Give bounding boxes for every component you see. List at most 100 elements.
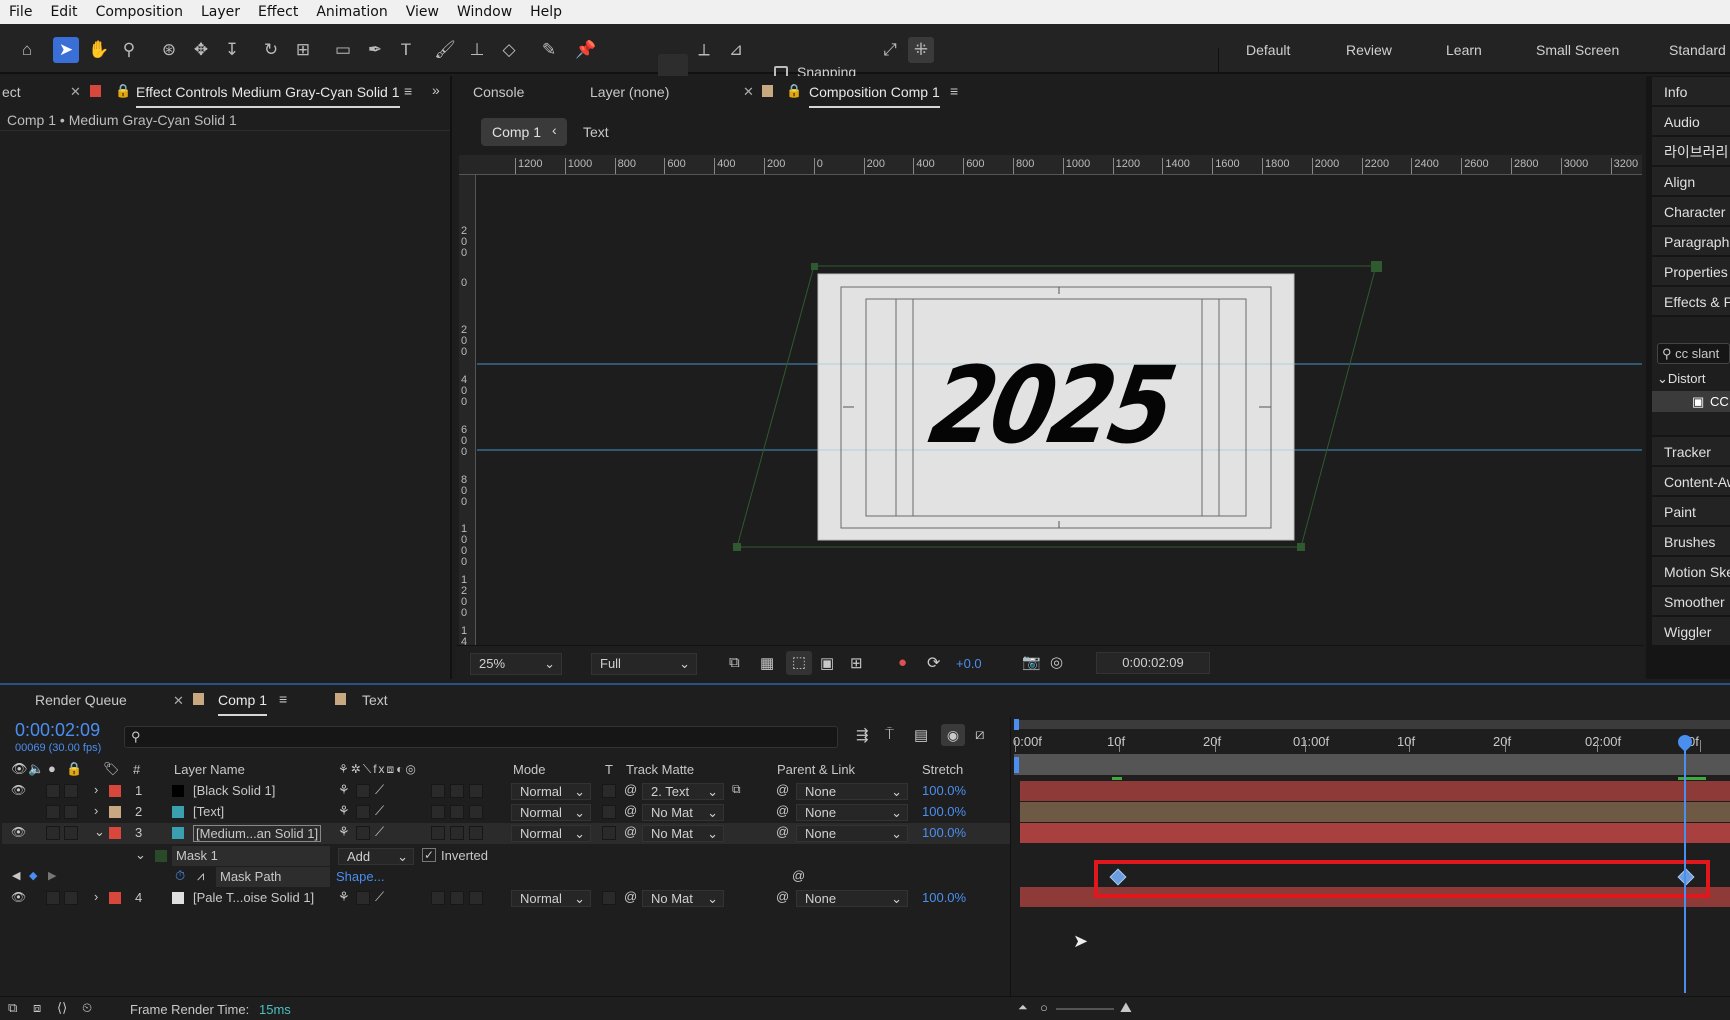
- quality-switch[interactable]: [356, 891, 370, 905]
- preserve-transparency[interactable]: [602, 805, 616, 819]
- panel-menu-icon[interactable]: ≡: [404, 83, 412, 99]
- adjustment-switch[interactable]: [450, 784, 464, 798]
- transfer-controls-icon[interactable]: ⧈: [33, 1000, 41, 1016]
- panel-audio[interactable]: Audio: [1652, 107, 1730, 137]
- brush-tool-icon[interactable]: 🖌: [432, 37, 458, 63]
- type-tool-icon[interactable]: T: [393, 37, 419, 63]
- panel-align[interactable]: Align: [1652, 167, 1730, 197]
- shy-switch-icon[interactable]: ⚘: [338, 803, 350, 819]
- layer-row[interactable]: 👁 › 4 [Pale T...oise Solid 1] ⚘ ⟋ Normal ⌄ @ No M…: [2, 888, 1010, 909]
- playhead-line[interactable]: [1684, 737, 1686, 993]
- chevron-right-icon[interactable]: ⌄: [94, 824, 105, 840]
- pickwhip-icon[interactable]: @: [624, 824, 637, 839]
- dolly-camera-icon[interactable]: ↧: [219, 37, 245, 63]
- stretch-value[interactable]: 100.0%: [922, 783, 966, 798]
- zoom-slider-handle-icon[interactable]: ○: [1040, 1000, 1048, 1015]
- panel-properties[interactable]: Properties: [1652, 257, 1730, 287]
- panel-menu-icon[interactable]: ≡: [950, 83, 958, 99]
- solo-toggle[interactable]: [46, 826, 60, 840]
- pickwhip-icon[interactable]: @: [776, 782, 789, 797]
- expand-panels-icon[interactable]: »: [432, 82, 440, 98]
- col-layer-name[interactable]: Layer Name: [174, 762, 245, 777]
- effects-category-distort[interactable]: ⌄Distort: [1657, 371, 1705, 387]
- panel-effects-presets[interactable]: Effects & Presets: [1652, 287, 1730, 317]
- snap-edges-icon[interactable]: ⤢: [877, 37, 903, 63]
- 3d-switch[interactable]: [469, 826, 483, 840]
- track-matte-dropdown[interactable]: 2. Text ⌄: [642, 783, 724, 800]
- pickwhip-icon[interactable]: @: [776, 824, 789, 839]
- lock-toggle[interactable]: [64, 891, 78, 905]
- eye-icon[interactable]: 👁: [11, 825, 26, 839]
- layer-search-input[interactable]: ⚲: [124, 726, 838, 748]
- menu-window[interactable]: Window: [448, 4, 521, 20]
- lock-icon[interactable]: 🔒: [786, 83, 802, 99]
- quality-switch[interactable]: [356, 805, 370, 819]
- chevron-right-icon[interactable]: ›: [94, 782, 98, 797]
- workspace-standard[interactable]: Standard: [1669, 42, 1726, 58]
- quality-switch[interactable]: [356, 784, 370, 798]
- chevron-right-icon[interactable]: ›: [94, 803, 98, 818]
- panel-tracker[interactable]: Tracker: [1652, 437, 1730, 467]
- transparency-grid-icon[interactable]: ▦: [760, 654, 774, 672]
- quality-slash-icon[interactable]: ⟋: [375, 889, 384, 905]
- effects-search-input[interactable]: ⚲ cc slant: [1657, 343, 1730, 364]
- menu-composition[interactable]: Composition: [87, 4, 192, 20]
- mode-dropdown[interactable]: Normal ⌄: [511, 783, 591, 800]
- next-keyframe-icon[interactable]: ▶: [48, 869, 56, 882]
- close-icon[interactable]: ✕: [743, 84, 754, 100]
- tab-text[interactable]: Text: [362, 692, 388, 708]
- motion-blur-icon[interactable]: ⧄: [975, 726, 985, 743]
- frame-blending-icon[interactable]: ◉: [941, 724, 965, 746]
- preserve-transparency[interactable]: [602, 784, 616, 798]
- region-of-interest-icon[interactable]: ▣: [820, 654, 834, 672]
- inverted-checkbox[interactable]: ✓: [422, 848, 436, 862]
- motion-blur-switch[interactable]: [431, 784, 445, 798]
- pan-camera-icon[interactable]: ✥: [188, 37, 214, 63]
- label-color-swatch[interactable]: [109, 827, 121, 839]
- solo-toggle[interactable]: [46, 784, 60, 798]
- stretch-value[interactable]: 100.0%: [922, 890, 966, 905]
- parent-dropdown[interactable]: None ⌄: [796, 783, 908, 800]
- panel-info[interactable]: Info: [1652, 77, 1730, 107]
- panel-brushes[interactable]: Brushes: [1652, 527, 1730, 557]
- zoom-out-icon[interactable]: ⏶: [1018, 1000, 1028, 1015]
- layer-row[interactable]: › 2 [Text] ⚘ ⟋ Normal ⌄ @ No Mat ⌄ @ None ⌄ 100.0%: [2, 802, 1010, 823]
- tab-layer[interactable]: Layer (none): [590, 84, 669, 100]
- layer-name[interactable]: [Pale T...oise Solid 1]: [193, 890, 314, 905]
- panel-wiggler[interactable]: Wiggler: [1652, 617, 1730, 647]
- home-icon[interactable]: ⌂: [14, 37, 40, 63]
- lock-toggle[interactable]: [64, 805, 78, 819]
- matte-alpha-icon[interactable]: ⧉: [732, 782, 741, 797]
- zoom-slider[interactable]: [1056, 1008, 1114, 1010]
- keyframe-toggle-icon[interactable]: ◆: [29, 869, 37, 882]
- chevron-down-icon[interactable]: ⌄: [135, 847, 146, 863]
- rotate-tool-icon[interactable]: ↻: [258, 37, 284, 63]
- pickwhip-icon[interactable]: @: [624, 889, 637, 904]
- layer-switches-icon[interactable]: ⧉: [8, 1000, 17, 1016]
- solo-toggle[interactable]: [46, 805, 60, 819]
- panel-menu-icon[interactable]: ≡: [279, 691, 287, 707]
- clone-stamp-icon[interactable]: ⊥: [464, 37, 490, 63]
- parent-dropdown[interactable]: None ⌄: [796, 804, 908, 821]
- grid-guides-icon[interactable]: ⊞: [850, 654, 863, 672]
- viewer-timecode[interactable]: 0:00:02:09: [1096, 652, 1210, 674]
- 3d-switch[interactable]: [469, 784, 483, 798]
- timeline-timecode[interactable]: 0:00:02:09: [15, 720, 100, 741]
- tab-render-queue[interactable]: Render Queue: [35, 692, 127, 708]
- chevron-right-icon[interactable]: ›: [94, 889, 98, 904]
- close-icon[interactable]: ✕: [173, 693, 184, 709]
- snapshot-icon[interactable]: 📷: [1022, 653, 1041, 671]
- zoom-in-icon[interactable]: ⛰: [1120, 999, 1132, 1016]
- work-area-bar[interactable]: [1014, 720, 1730, 729]
- eye-icon[interactable]: 👁: [11, 890, 26, 904]
- menu-edit[interactable]: Edit: [41, 4, 86, 20]
- adjustment-switch[interactable]: [450, 891, 464, 905]
- render-time-icon[interactable]: ⏲: [82, 1000, 92, 1016]
- resolution-dropdown[interactable]: Full ⌄: [591, 653, 697, 675]
- pickwhip-icon[interactable]: @: [776, 889, 789, 904]
- adjustment-switch[interactable]: [450, 805, 464, 819]
- comp-nav-text[interactable]: Text: [583, 124, 609, 140]
- panel-smoother[interactable]: Smoother: [1652, 587, 1730, 617]
- draft-3d-icon[interactable]: ⍑: [885, 726, 894, 743]
- motion-blur-switch[interactable]: [431, 805, 445, 819]
